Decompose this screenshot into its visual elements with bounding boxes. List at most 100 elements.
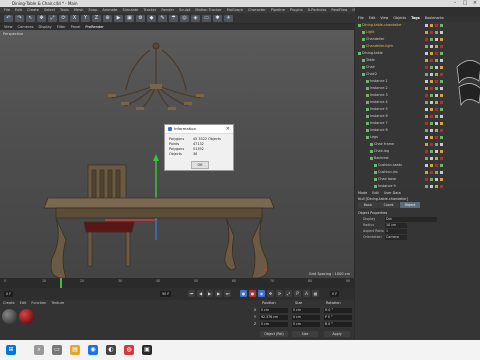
cube-icon[interactable]: ◆ [147, 15, 156, 22]
tag-icon[interactable] [440, 177, 443, 181]
tag-icon[interactable] [430, 170, 433, 174]
tag-icon[interactable] [430, 184, 433, 188]
tag-icon[interactable] [430, 30, 433, 34]
tag-icon[interactable] [440, 156, 443, 160]
display-select[interactable]: Dot [385, 217, 437, 222]
tag-icon[interactable] [440, 121, 443, 125]
object-row[interactable]: Chandelier [362, 36, 384, 42]
record-icon[interactable]: ● [240, 290, 247, 297]
tag-icon[interactable] [430, 128, 433, 132]
material-menu-item[interactable]: Function [31, 300, 46, 306]
tag-icon[interactable] [440, 163, 443, 167]
object-row[interactable]: Instance 3 [366, 92, 388, 98]
tag-icon[interactable] [430, 79, 433, 83]
browser-icon[interactable]: ◉ [88, 345, 98, 355]
tab-basic[interactable]: Basic [358, 202, 378, 208]
tag-icon[interactable] [440, 114, 443, 118]
tag-icon[interactable] [425, 58, 428, 62]
object-row[interactable]: Dining-table [358, 50, 383, 56]
attribute-tab[interactable]: User Data [384, 191, 401, 195]
tag-icon[interactable] [440, 86, 443, 90]
tag-icon[interactable] [430, 163, 433, 167]
object-row[interactable]: Instance 5 [366, 106, 388, 112]
object-row[interactable]: Instance 4 [366, 99, 388, 105]
position-z-field[interactable]: 0 cm [260, 322, 288, 327]
render-picture-icon[interactable]: ▣ [125, 15, 134, 22]
tag-icon[interactable] [430, 58, 433, 62]
size-x-field[interactable]: 0 cm [292, 308, 320, 313]
current-frame-field[interactable]: 0 F [330, 291, 340, 297]
object-row[interactable]: Light [362, 29, 374, 35]
floor-icon[interactable]: ▭ [202, 15, 211, 22]
keyframe-icon[interactable]: ◆ [258, 290, 265, 297]
orientation-select[interactable]: Camera [385, 235, 407, 240]
object-row[interactable]: Chandelier-light [362, 43, 393, 49]
coord-icon[interactable]: ⊕ [103, 15, 112, 22]
tag-icon[interactable] [440, 37, 443, 41]
last-frame-icon[interactable]: ⏭ [224, 290, 231, 297]
tag-icon[interactable] [430, 142, 433, 146]
tag-icon[interactable] [425, 170, 428, 174]
tag-icon[interactable] [430, 135, 433, 139]
tag-icon[interactable] [425, 86, 428, 90]
redo-icon[interactable]: ↷ [15, 15, 24, 22]
rotation-p-field[interactable]: P 0 ° [324, 315, 352, 320]
chrome-icon[interactable]: ◍ [124, 345, 134, 355]
tag-icon[interactable] [430, 51, 433, 55]
tag-icon[interactable] [425, 142, 428, 146]
start-icon[interactable]: ⊞ [6, 345, 16, 355]
object-menu-item[interactable]: View [380, 16, 388, 20]
tag-icon[interactable] [425, 121, 428, 125]
tag-icon[interactable] [425, 44, 428, 48]
subdivision-icon[interactable]: ☂ [169, 15, 178, 22]
timeline-ruler[interactable]: 0 10 20 30 40 50 60 70 80 90 [0, 278, 354, 288]
object-row[interactable]: Cushion-ins [374, 169, 398, 175]
tag-icon[interactable] [435, 58, 438, 62]
object-menu-item[interactable]: Bookmarks [425, 16, 444, 20]
radius-field[interactable]: 10 cm [385, 223, 407, 228]
tag-icon[interactable] [440, 51, 443, 55]
object-row[interactable]: Chair-leg [370, 148, 389, 154]
tag-icon[interactable] [435, 156, 438, 160]
next-frame-icon[interactable]: ▶ [215, 290, 222, 297]
close-icon[interactable]: × [470, 0, 480, 7]
first-frame-icon[interactable]: ⏮ [188, 290, 195, 297]
render-settings-icon[interactable]: ⚙ [136, 15, 145, 22]
tag-icon[interactable] [435, 72, 438, 76]
position-y-field[interactable]: 92.376 cm [260, 315, 288, 320]
autokey-icon[interactable]: ● [249, 290, 256, 297]
tag-icon[interactable] [435, 65, 438, 69]
tag-icon[interactable] [425, 149, 428, 153]
cinema4d-icon[interactable]: ◐ [106, 345, 116, 355]
y-axis-icon[interactable]: Y [81, 15, 90, 22]
tag-icon[interactable] [425, 37, 428, 41]
tag-icon[interactable] [435, 107, 438, 111]
tag-icon[interactable] [440, 72, 443, 76]
tag-icon[interactable] [425, 107, 428, 111]
tag-icon[interactable] [425, 23, 428, 27]
object-row[interactable]: Instance 2 [366, 85, 388, 91]
tab-coord[interactable]: Coord. [379, 202, 399, 208]
tag-icon[interactable] [435, 44, 438, 48]
object-row[interactable]: Legs [366, 134, 378, 140]
object-menu-item[interactable]: File [358, 16, 364, 20]
tag-icon[interactable] [430, 23, 433, 27]
tag-icon[interactable] [440, 79, 443, 83]
tag-icon[interactable] [430, 177, 433, 181]
array-icon[interactable]: ◎ [180, 15, 189, 22]
search-icon[interactable]: ⌕ [34, 345, 44, 355]
attribute-tab[interactable]: Edit [372, 191, 379, 195]
tag-icon[interactable] [440, 149, 443, 153]
tag-icon[interactable] [425, 114, 428, 118]
tag-icon[interactable] [435, 121, 438, 125]
tag-icon[interactable] [440, 184, 443, 188]
material-swatch[interactable] [2, 309, 17, 324]
object-menu-item[interactable]: Edit [369, 16, 376, 20]
tag-icon[interactable] [425, 100, 428, 104]
tag-icon[interactable] [435, 86, 438, 90]
tag-icon[interactable] [435, 100, 438, 104]
tag-icon[interactable] [425, 156, 428, 160]
scale-key-icon[interactable]: ⤢ [285, 290, 292, 297]
param-key-icon[interactable]: P [294, 290, 301, 297]
task-view-icon[interactable]: ▭ [52, 345, 62, 355]
